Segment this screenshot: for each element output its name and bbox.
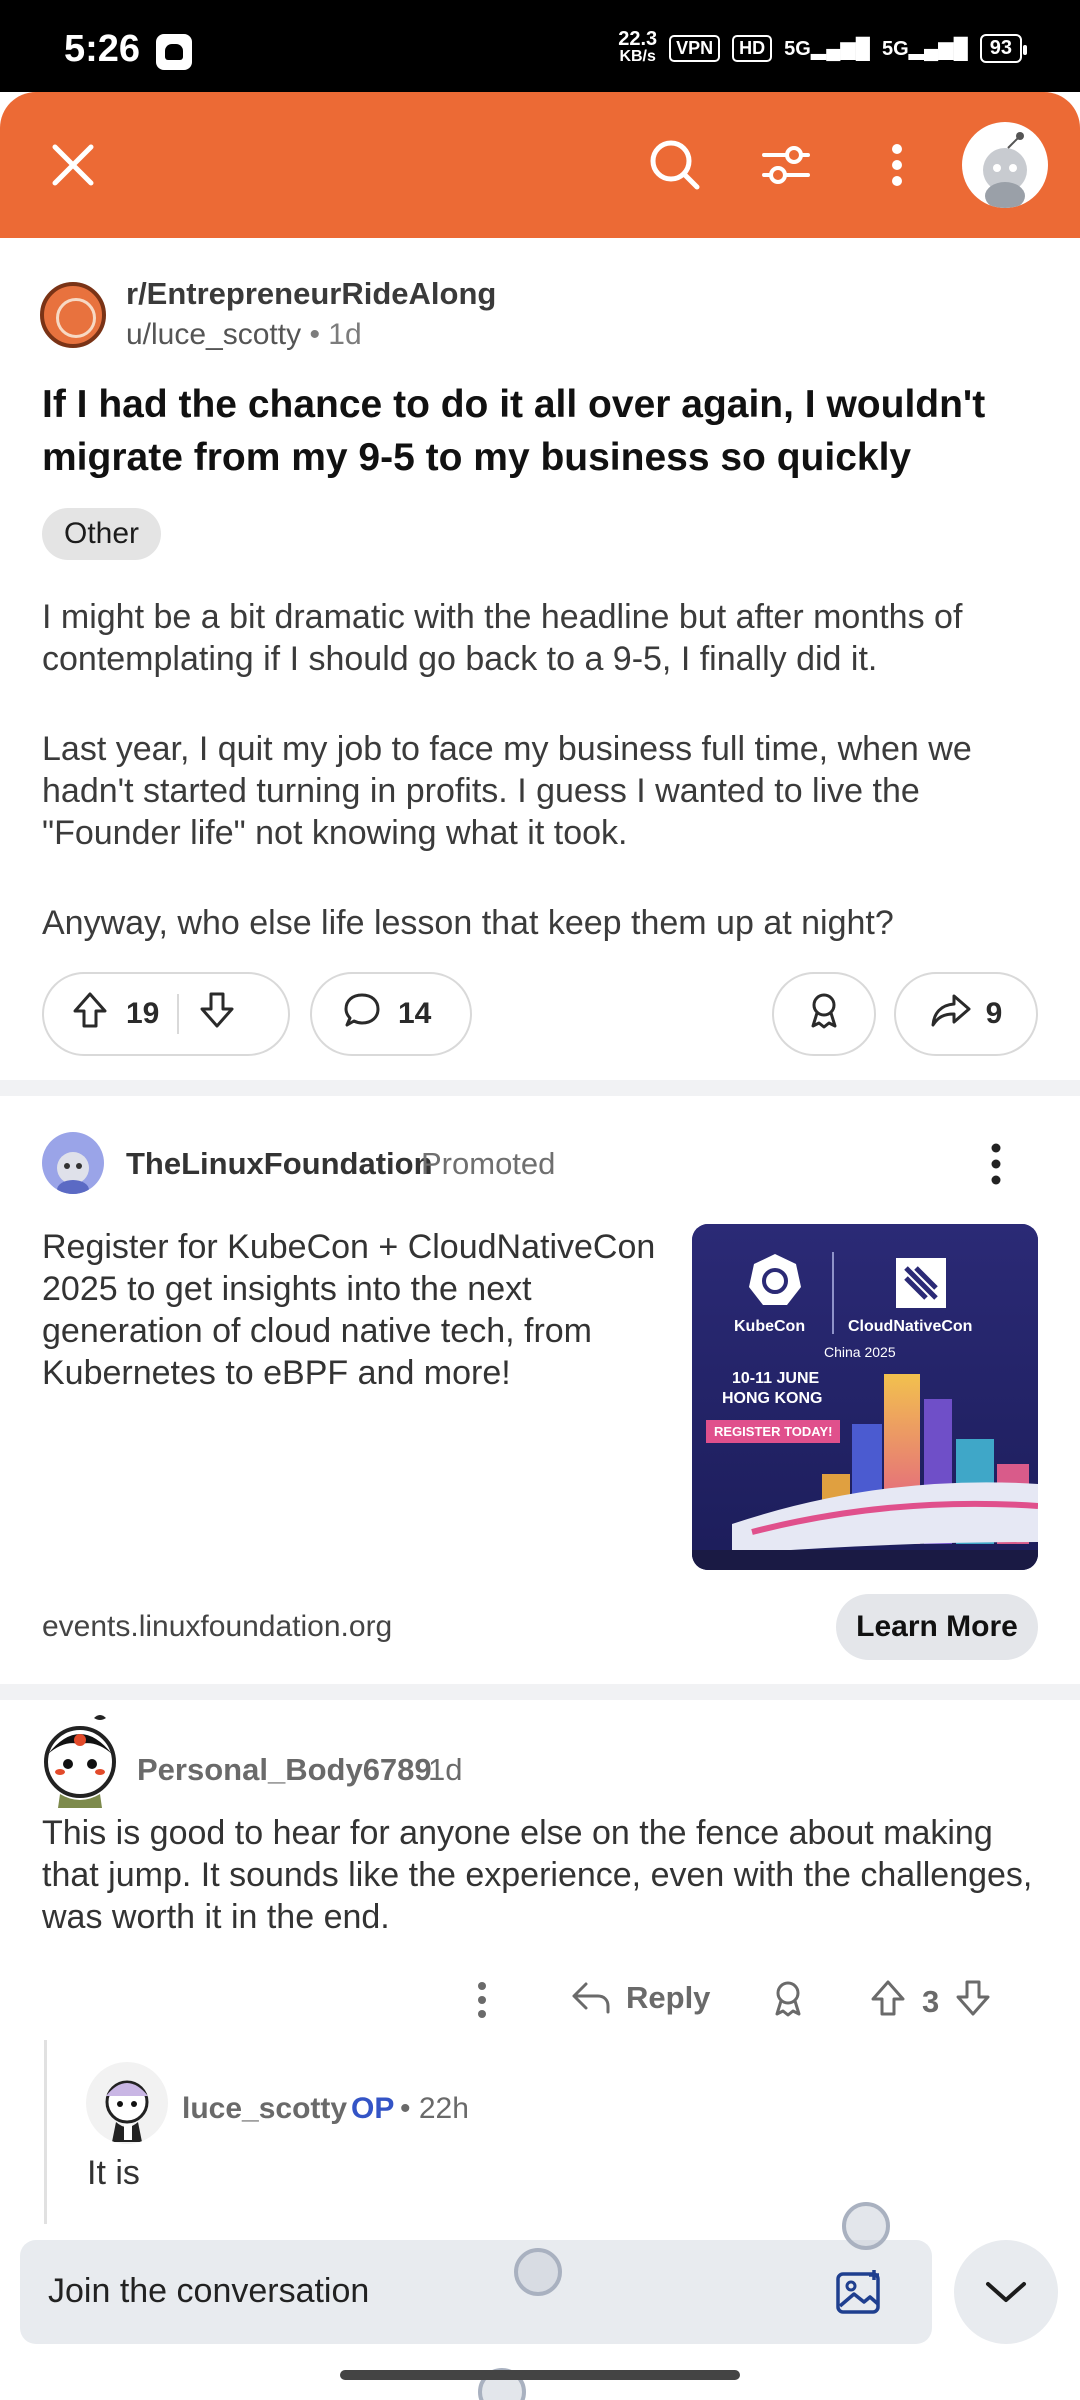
comment-vote-count: 3 — [922, 1984, 940, 2019]
post: r/EntrepreneurRideAlong u/luce_scotty • … — [0, 238, 1080, 1080]
filter-icon[interactable] — [753, 132, 819, 198]
op-badge: OP — [351, 2092, 395, 2125]
comment-upvote-icon[interactable] — [868, 1978, 908, 2026]
reply-author[interactable]: luce_scotty — [182, 2092, 347, 2126]
comment-input[interactable]: Join the conversation — [20, 2240, 932, 2344]
ad-image-brand-cloudnativecon: CloudNativeCon — [848, 1318, 973, 1335]
more-vertical-icon[interactable] — [864, 132, 930, 198]
close-icon[interactable] — [40, 132, 106, 198]
ad-image-cta: REGISTER TODAY! — [706, 1420, 841, 1443]
section-divider — [0, 1684, 1080, 1700]
chevron-down-icon — [986, 2282, 1026, 2302]
vpn-icon: VPN — [669, 34, 721, 62]
comment: Personal_Body6789 1d This is good to hea… — [0, 1700, 1080, 2220]
hd-icon: HD — [732, 34, 773, 62]
share-icon — [930, 990, 972, 1038]
thread-line[interactable] — [44, 2040, 47, 2230]
comment-award-icon[interactable] — [768, 1978, 808, 2026]
post-body: I might be a bit dramatic with the headl… — [42, 596, 1042, 992]
ad-url[interactable]: events.linuxfoundation.org — [42, 1610, 392, 1644]
comment-body: This is good to hear for anyone else on … — [42, 1814, 1033, 1936]
comment-more-icon[interactable] — [472, 1978, 492, 2030]
signal-icon-1: 5G▂▄▆█ — [784, 37, 870, 60]
image-attach-icon[interactable] — [832, 2266, 888, 2322]
comment-icon — [342, 990, 382, 1038]
post-flair[interactable]: Other — [42, 508, 162, 560]
comment-actions: Reply 3 — [460, 1972, 1020, 2032]
ad-more-icon[interactable] — [976, 1140, 1016, 1188]
post-title: If I had the chance to do it all over ag… — [42, 383, 986, 479]
status-icons: 22.3 KB/s VPN HD 5G▂▄▆█ 5G▂▄▆█ 93 — [618, 28, 1028, 68]
subreddit-name[interactable]: r/EntrepreneurRideAlong — [126, 276, 496, 312]
post-author[interactable]: u/luce_scotty — [126, 318, 301, 351]
promoted-label: Promoted — [421, 1146, 556, 1181]
comment-vote-control: 3 — [868, 1978, 993, 2026]
touch-indicator — [514, 2248, 562, 2296]
notification-app-icon — [156, 34, 192, 70]
ad-image-location: China 2025 — [824, 1344, 896, 1360]
ad-image-city: HONG KONG — [722, 1390, 823, 1407]
promoted-post[interactable]: TheLinuxFoundation Promoted Register for… — [0, 1096, 1080, 1684]
downvote-icon[interactable] — [197, 990, 237, 1038]
post-paragraph: I might be a bit dramatic with the headl… — [42, 598, 963, 678]
vote-control: 19 — [42, 972, 290, 1056]
post-meta: u/luce_scotty • 1d — [126, 318, 362, 352]
comment-downvote-icon[interactable] — [953, 1978, 993, 2026]
post-paragraph: Anyway, who else life lesson that keep t… — [42, 904, 894, 942]
collapse-button[interactable] — [954, 2240, 1058, 2344]
learn-more-button[interactable]: Learn More — [836, 1594, 1038, 1660]
signal-icon-2: 5G▂▄▆█ — [881, 37, 968, 60]
upvote-count: 19 — [126, 997, 160, 1030]
search-icon[interactable] — [642, 132, 708, 198]
reply-icon — [572, 1982, 610, 2014]
user-avatar[interactable] — [962, 122, 1048, 208]
comments-button[interactable]: 14 — [310, 972, 472, 1056]
vote-divider — [177, 994, 180, 1034]
upvote-icon[interactable] — [70, 990, 110, 1038]
comment-age: 1d — [428, 1752, 463, 1787]
reply-body: It is — [87, 2154, 140, 2192]
post-actions: 19 14 9 — [42, 972, 1038, 1056]
comment-author[interactable]: Personal_Body6789 — [137, 1752, 432, 1788]
reply-age-value: 22h — [418, 2092, 469, 2125]
award-button[interactable] — [772, 972, 876, 1056]
share-button[interactable]: 9 — [894, 972, 1038, 1056]
meta-separator: • — [400, 2092, 411, 2125]
post-paragraph: Last year, I quit my job to face my busi… — [42, 730, 972, 852]
ad-image-date: 10-11 JUNE — [732, 1370, 820, 1387]
comment-input-placeholder: Join the conversation — [48, 2272, 370, 2310]
battery-icon: 93 — [979, 33, 1028, 63]
subreddit-avatar[interactable] — [40, 282, 106, 348]
ad-image[interactable]: KubeCon CloudNativeCon China 2025 10-11 … — [692, 1224, 1038, 1570]
reply-age: • 22h — [400, 2092, 469, 2126]
comment-count: 14 — [398, 997, 432, 1030]
network-speed-value: 22.3 — [618, 28, 658, 50]
share-count: 9 — [985, 997, 1003, 1030]
ad-text: Register for KubeCon + CloudNativeCon 20… — [42, 1228, 656, 1392]
advertiser-name[interactable]: TheLinuxFoundation — [126, 1146, 433, 1182]
network-speed-unit: KB/s — [619, 48, 656, 65]
reply-button[interactable]: Reply — [570, 1978, 710, 2018]
advertiser-avatar[interactable] — [42, 1132, 104, 1194]
status-time: 5:26 — [64, 28, 141, 70]
meta-separator: • — [309, 318, 320, 351]
app-header — [0, 92, 1080, 238]
post-age: 1d — [328, 318, 362, 351]
reply-author-avatar[interactable] — [86, 2062, 168, 2144]
status-bar: 5:26 22.3 KB/s VPN HD 5G▂▄▆█ 5G▂▄▆█ 93 — [0, 0, 1080, 92]
reply-label: Reply — [626, 1980, 711, 2015]
network-speed: 22.3 KB/s — [618, 28, 658, 66]
touch-indicator — [842, 2202, 890, 2250]
ad-image-brand-kubecon: KubeCon — [734, 1318, 806, 1335]
commenter-avatar[interactable] — [34, 1710, 126, 1810]
home-indicator[interactable] — [340, 2370, 740, 2380]
award-icon — [804, 990, 844, 1038]
section-divider — [0, 1080, 1080, 1096]
